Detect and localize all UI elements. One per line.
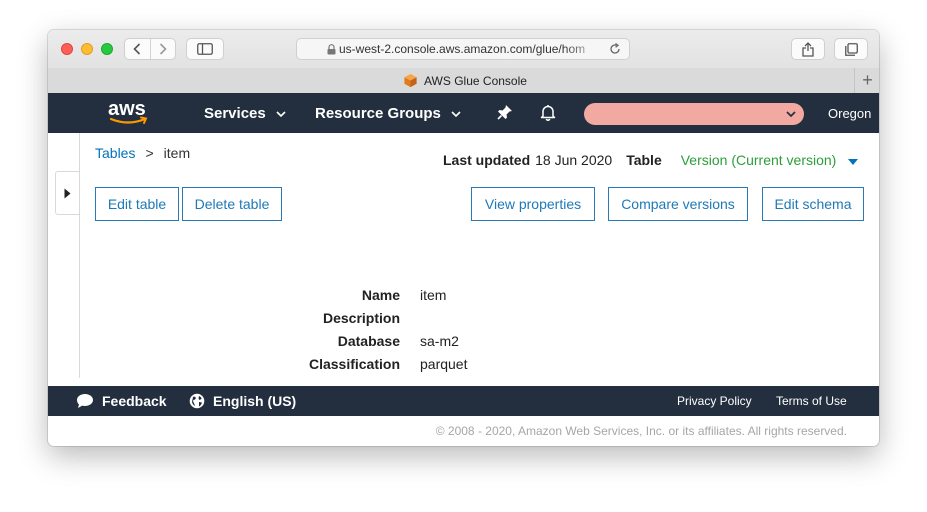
chevron-down-icon (451, 110, 461, 117)
minimize-window-button[interactable] (81, 43, 93, 55)
breadcrumb-tables-link[interactable]: Tables (95, 145, 135, 161)
version-label: Version (Current version) (680, 152, 837, 168)
tabs-icon (844, 42, 858, 56)
aws-top-nav: aws Services Resource Groups Oregon (48, 93, 879, 133)
copyright-bar: © 2008 - 2020, Amazon Web Services, Inc.… (48, 416, 879, 446)
tab-overview-button[interactable] (834, 38, 868, 60)
main-content: Tables > item Last updated 18 Jun 2020 T… (48, 133, 879, 386)
property-label: Classification (308, 356, 400, 372)
chevron-down-icon (276, 110, 286, 117)
property-row-description: Description (248, 310, 648, 330)
tab-title: AWS Glue Console (424, 73, 527, 88)
property-value: item (420, 287, 447, 303)
speech-bubble-icon (77, 394, 93, 408)
share-button[interactable] (791, 38, 825, 60)
resource-groups-label: Resource Groups (315, 105, 441, 122)
history-nav (124, 38, 176, 60)
browser-titlebar: us-west-2.console.aws.amazon.com/glue/ho… (48, 30, 879, 69)
new-tab-button[interactable]: + (854, 68, 879, 93)
terms-of-use-link[interactable]: Terms of Use (776, 394, 847, 408)
property-value: sa-m2 (420, 333, 459, 349)
tab-bar: AWS Glue Console + (48, 68, 879, 94)
breadcrumb-separator: > (145, 145, 154, 161)
property-label: Name (361, 287, 400, 303)
bell-icon[interactable] (540, 104, 556, 121)
reload-icon[interactable] (609, 43, 621, 55)
last-updated-label: Last updated (443, 152, 531, 168)
property-row-name: Name item (248, 287, 648, 307)
resource-groups-menu[interactable]: Resource Groups (315, 105, 461, 122)
aws-logo[interactable]: aws (108, 98, 150, 130)
last-updated-value: 18 Jun 2020 (535, 152, 613, 168)
property-label: Description (322, 310, 400, 326)
language-selector[interactable]: English (US) (189, 393, 296, 409)
property-row-database: Database sa-m2 (248, 333, 648, 353)
aws-logo-text: aws (108, 98, 146, 120)
back-button[interactable] (125, 39, 150, 59)
account-menu[interactable] (584, 103, 804, 125)
chevron-right-icon (159, 43, 167, 55)
sidebar-toggle-button[interactable] (186, 38, 224, 60)
copyright-text: © 2008 - 2020, Amazon Web Services, Inc.… (435, 424, 847, 438)
version-selector[interactable]: Version (Current version) (681, 152, 859, 168)
services-menu[interactable]: Services (204, 105, 286, 122)
close-window-button[interactable] (61, 43, 73, 55)
address-bar[interactable]: us-west-2.console.aws.amazon.com/glue/ho… (296, 38, 630, 60)
globe-icon (189, 393, 205, 409)
active-tab[interactable]: AWS Glue Console (403, 73, 527, 88)
property-label: Database (337, 333, 400, 349)
compare-versions-button[interactable]: Compare versions (608, 187, 748, 221)
lock-icon (327, 44, 336, 55)
zoom-window-button[interactable] (101, 43, 113, 55)
table-meta: Last updated 18 Jun 2020 Table Version (… (443, 152, 859, 168)
chevron-left-icon (133, 43, 141, 55)
chevron-down-icon (786, 111, 796, 117)
plus-icon: + (862, 70, 873, 90)
caret-right-icon (64, 188, 71, 198)
region-selector[interactable]: Oregon (828, 106, 871, 121)
breadcrumb: Tables > item (95, 145, 190, 161)
url-text: us-west-2.console.aws.amazon.com/glue/ho… (339, 42, 586, 56)
feedback-link[interactable]: Feedback (76, 393, 167, 409)
breadcrumb-current: item (163, 145, 191, 161)
property-value: parquet (420, 356, 468, 372)
services-label: Services (204, 105, 266, 122)
side-rail-divider (79, 133, 80, 378)
browser-window: us-west-2.console.aws.amazon.com/glue/ho… (48, 30, 879, 446)
pin-icon[interactable] (497, 104, 513, 120)
view-properties-button[interactable]: View properties (471, 187, 595, 221)
table-label: Table (626, 152, 662, 168)
forward-button[interactable] (149, 39, 176, 59)
delete-table-button[interactable]: Delete table (182, 187, 282, 221)
caret-down-icon (848, 159, 859, 165)
edit-schema-button[interactable]: Edit schema (762, 187, 864, 221)
property-row-classification: Classification parquet (248, 356, 648, 376)
privacy-policy-link[interactable]: Privacy Policy (677, 394, 752, 408)
aws-glue-icon (404, 73, 417, 88)
sidebar-icon (197, 43, 213, 55)
share-icon (802, 41, 814, 57)
language-label: English (US) (213, 393, 297, 409)
console-footer: Feedback English (US) Privacy Policy Ter… (48, 386, 879, 416)
side-nav-toggle[interactable] (55, 171, 79, 215)
feedback-label: Feedback (102, 393, 167, 409)
edit-table-button[interactable]: Edit table (95, 187, 179, 221)
